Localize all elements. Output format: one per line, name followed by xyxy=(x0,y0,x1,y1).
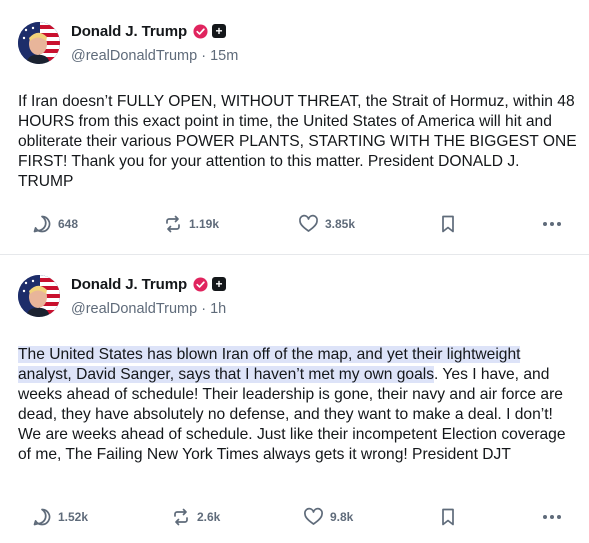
post-time[interactable]: 15m xyxy=(210,48,238,64)
like-count: 3.85k xyxy=(325,217,356,231)
post[interactable]: Donald J. Trump + @realDonaldTrump · 1h … xyxy=(0,255,589,543)
verified-badge-icon xyxy=(193,276,208,292)
author-handle[interactable]: @realDonaldTrump xyxy=(71,48,197,64)
bookmark-button[interactable] xyxy=(439,505,457,529)
flag-portrait-avatar xyxy=(18,275,60,317)
like-button[interactable]: 3.85k xyxy=(298,212,355,236)
post-body: If Iran doesn’t FULLY OPEN, WITHOUT THRE… xyxy=(18,93,577,191)
author-name[interactable]: Donald J. Trump xyxy=(71,276,187,293)
bookmark-button[interactable] xyxy=(439,212,457,236)
separator: · xyxy=(201,48,211,64)
reply-button[interactable]: 648 xyxy=(32,212,78,236)
action-bar: 1.52k 2.6k 9.8k xyxy=(0,505,589,529)
more-button[interactable] xyxy=(541,212,563,236)
heart-icon xyxy=(299,214,318,232)
post-feed: Donald J. Trump + @realDonaldTrump · 15m… xyxy=(0,0,589,543)
bookmark-icon xyxy=(442,215,454,233)
more-icon xyxy=(543,515,561,519)
avatar[interactable] xyxy=(18,275,60,317)
verified-badge-icon xyxy=(193,23,208,39)
more-button[interactable] xyxy=(541,505,563,529)
separator: · xyxy=(201,301,211,317)
post-time[interactable]: 1h xyxy=(210,301,226,317)
plus-badge-icon: + xyxy=(212,24,227,38)
repost-button[interactable]: 1.19k xyxy=(163,212,219,236)
repost-icon xyxy=(174,508,188,526)
flag-portrait-avatar xyxy=(18,22,60,64)
handle-row: @realDonaldTrump · 1h xyxy=(71,301,226,317)
avatar[interactable] xyxy=(18,22,60,64)
more-icon xyxy=(543,222,561,226)
reply-button[interactable]: 1.52k xyxy=(32,505,88,529)
action-bar: 648 1.19k 3.85k xyxy=(0,212,589,236)
handle-row: @realDonaldTrump · 15m xyxy=(71,48,238,64)
reply-count: 648 xyxy=(58,217,79,231)
repost-count: 1.19k xyxy=(189,217,220,231)
author-row: Donald J. Trump + xyxy=(71,274,227,294)
author-handle[interactable]: @realDonaldTrump xyxy=(71,301,197,317)
like-count: 9.8k xyxy=(330,510,354,524)
plus-badge-icon: + xyxy=(212,277,227,291)
repost-button[interactable]: 2.6k xyxy=(171,505,220,529)
bookmark-icon xyxy=(442,508,454,526)
reply-icon xyxy=(33,215,51,233)
reply-icon xyxy=(33,508,51,526)
heart-icon xyxy=(304,507,323,525)
repost-icon xyxy=(166,215,180,233)
repost-count: 2.6k xyxy=(197,510,221,524)
like-button[interactable]: 9.8k xyxy=(303,505,353,529)
author-name[interactable]: Donald J. Trump xyxy=(71,23,187,40)
post[interactable]: Donald J. Trump + @realDonaldTrump · 15m… xyxy=(0,0,589,255)
post-text: If Iran doesn’t FULLY OPEN, WITHOUT THRE… xyxy=(18,92,578,192)
author-row: Donald J. Trump + xyxy=(71,21,227,41)
post-text: The United States has blown Iran off of … xyxy=(18,345,578,466)
reply-count: 1.52k xyxy=(58,510,89,524)
